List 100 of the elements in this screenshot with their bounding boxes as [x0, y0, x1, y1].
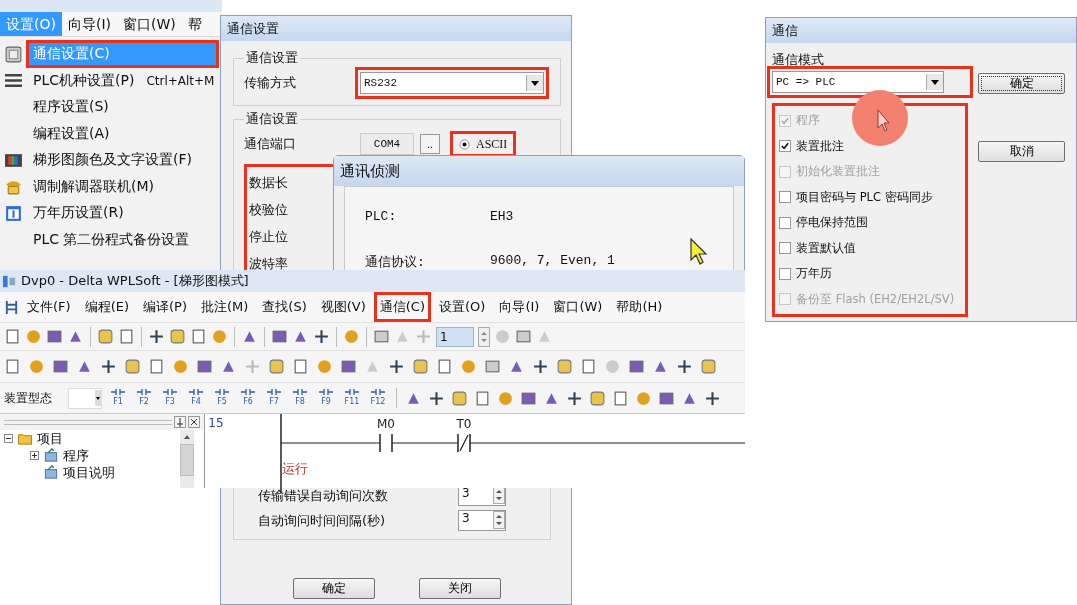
menu-item[interactable]: 文件(F)	[21, 292, 77, 322]
checkbox-option[interactable]: 装置批注	[779, 133, 963, 159]
tool-icon[interactable]	[268, 358, 285, 375]
line-number: 15	[208, 416, 224, 430]
tool-icon[interactable]	[67, 328, 84, 345]
menu-item[interactable]: 梯形图颜色及文字设置(F)	[26, 146, 219, 175]
window-title: Dvp0 - Delta WPLSoft - [梯形图模式]	[21, 272, 249, 290]
menu-item[interactable]: 设置(O)	[433, 292, 492, 322]
tool-icon[interactable]	[148, 328, 165, 345]
menu-item[interactable]: 窗口(W)	[547, 292, 609, 322]
menu-item[interactable]: 编程(E)	[78, 292, 135, 322]
tool-icon[interactable]	[676, 358, 693, 375]
collapse-icon[interactable]	[4, 434, 13, 443]
menu-item[interactable]: 万年历设置(R)	[26, 199, 219, 228]
tool-icon[interactable]	[532, 358, 549, 375]
menu-item[interactable]: 调制解调器联机(M)	[26, 172, 219, 201]
function-key-button[interactable]: F7	[264, 386, 284, 410]
tool-icon[interactable]	[451, 389, 468, 407]
function-key-button[interactable]: F12	[368, 386, 388, 410]
tool-icon[interactable]	[271, 328, 288, 345]
function-key-button[interactable]: F9	[316, 386, 336, 410]
tool-icon[interactable]	[169, 328, 186, 345]
group-title: 通信设置	[245, 49, 299, 67]
menu-item[interactable]: 编译(P)	[137, 292, 193, 322]
checkbox[interactable]	[779, 242, 791, 255]
step-field[interactable]: 1	[436, 326, 474, 347]
checkbox[interactable]	[779, 140, 791, 153]
tree-item[interactable]: 程序	[63, 446, 89, 465]
function-key-button[interactable]: F6	[238, 386, 258, 410]
tool-icon[interactable]	[46, 328, 63, 345]
expand-icon[interactable]	[30, 451, 39, 460]
checkbox-option[interactable]: 项目密码与 PLC 密码同步	[779, 184, 963, 210]
menu-item[interactable]: PLC 第二份程式备份设置	[26, 225, 219, 254]
menu-item[interactable]: 视图(V)	[314, 292, 372, 322]
tree-item[interactable]: 项目	[37, 429, 63, 448]
function-key-button[interactable]: F5	[212, 386, 232, 410]
tool-icon[interactable]	[589, 389, 606, 407]
pin-icon[interactable]	[174, 416, 187, 428]
spin-buttons-icon[interactable]	[478, 326, 490, 347]
dialog-button[interactable]: 取消	[978, 141, 1065, 162]
function-key-button[interactable]: F2	[134, 386, 154, 410]
menu-item[interactable]: 编程设置(A)	[26, 119, 219, 148]
checkbox-option[interactable]: 装置默认值	[779, 235, 963, 261]
tool-icon[interactable]	[508, 358, 525, 375]
function-key-button[interactable]: F11	[342, 386, 362, 410]
tool-icon[interactable]	[100, 358, 117, 375]
device-icon	[3, 44, 23, 64]
tool-icon[interactable]	[241, 328, 258, 345]
tool-icon[interactable]	[428, 389, 445, 407]
spin-field[interactable]: 3	[458, 510, 506, 531]
tool-icon[interactable]	[340, 358, 357, 375]
tool-icon[interactable]	[292, 328, 309, 345]
checkbox-option[interactable]: 万年历	[779, 261, 963, 287]
tool-icon[interactable]	[388, 358, 405, 375]
tool-icon[interactable]	[652, 358, 669, 375]
tool-icon[interactable]	[556, 358, 573, 375]
contact-icon	[345, 389, 359, 395]
field-label: 传输方式	[244, 74, 297, 92]
menu-item[interactable]: 向导(I)	[493, 292, 546, 322]
tree-item[interactable]: 项目说明	[63, 463, 115, 482]
mode-dropdown[interactable]: PC => PLC	[772, 71, 944, 93]
tool-icon[interactable]	[97, 328, 114, 345]
dialog-button[interactable]: 确定	[293, 578, 375, 599]
menu-item[interactable]: 帮助(H)	[610, 292, 669, 322]
checkbox[interactable]	[779, 216, 791, 229]
dialog-button[interactable]: 关闭	[419, 578, 501, 599]
menu-item[interactable]: 通信(C)	[373, 292, 432, 322]
tool-icon[interactable]	[700, 358, 717, 375]
checkbox[interactable]	[779, 191, 791, 204]
tool-icon[interactable]	[124, 358, 141, 375]
checkbox[interactable]	[779, 267, 791, 280]
scrollbar[interactable]	[180, 430, 195, 488]
menu-bar-item[interactable]: 帮	[181, 12, 208, 36]
function-key-button[interactable]: F4	[186, 386, 206, 410]
tool-icon[interactable]	[704, 389, 721, 407]
tool-icon[interactable]	[628, 358, 645, 375]
menu-item[interactable]: PLC机种设置(P) Ctrl+Alt+M	[26, 66, 219, 95]
close-icon[interactable]	[188, 416, 201, 428]
checkbox-option[interactable]: 停电保持范围	[779, 210, 963, 236]
menu-bar-item[interactable]: 窗口(W)	[117, 12, 182, 36]
menu-item[interactable]: 批注(M)	[194, 292, 255, 322]
menu-item[interactable]: 查找(S)	[256, 292, 313, 322]
port-field[interactable]: COM4	[360, 133, 414, 155]
tool-icon[interactable]	[52, 358, 69, 375]
tool-icon[interactable]	[313, 328, 330, 345]
function-key-button[interactable]: F8	[290, 386, 310, 410]
dialog-button[interactable]: 确定	[978, 73, 1065, 94]
function-key-button[interactable]: F1	[108, 386, 128, 410]
function-key-button[interactable]: F3	[160, 386, 180, 410]
browse-button[interactable]: ..	[420, 134, 440, 154]
tool-icon[interactable]	[220, 358, 237, 375]
spin-arrows-icon[interactable]	[493, 511, 505, 529]
transfer-dropdown[interactable]: RS232	[360, 72, 544, 94]
tool-icon[interactable]	[76, 358, 93, 375]
tool-icon[interactable]	[196, 358, 213, 375]
menu-item[interactable]: 程序设置(S)	[26, 93, 219, 122]
tool-icon[interactable]	[412, 358, 429, 375]
scroll-up-icon[interactable]	[182, 433, 193, 441]
menu-bar-item[interactable]: 向导(I)	[61, 12, 117, 36]
tool-icon[interactable]	[566, 389, 583, 407]
